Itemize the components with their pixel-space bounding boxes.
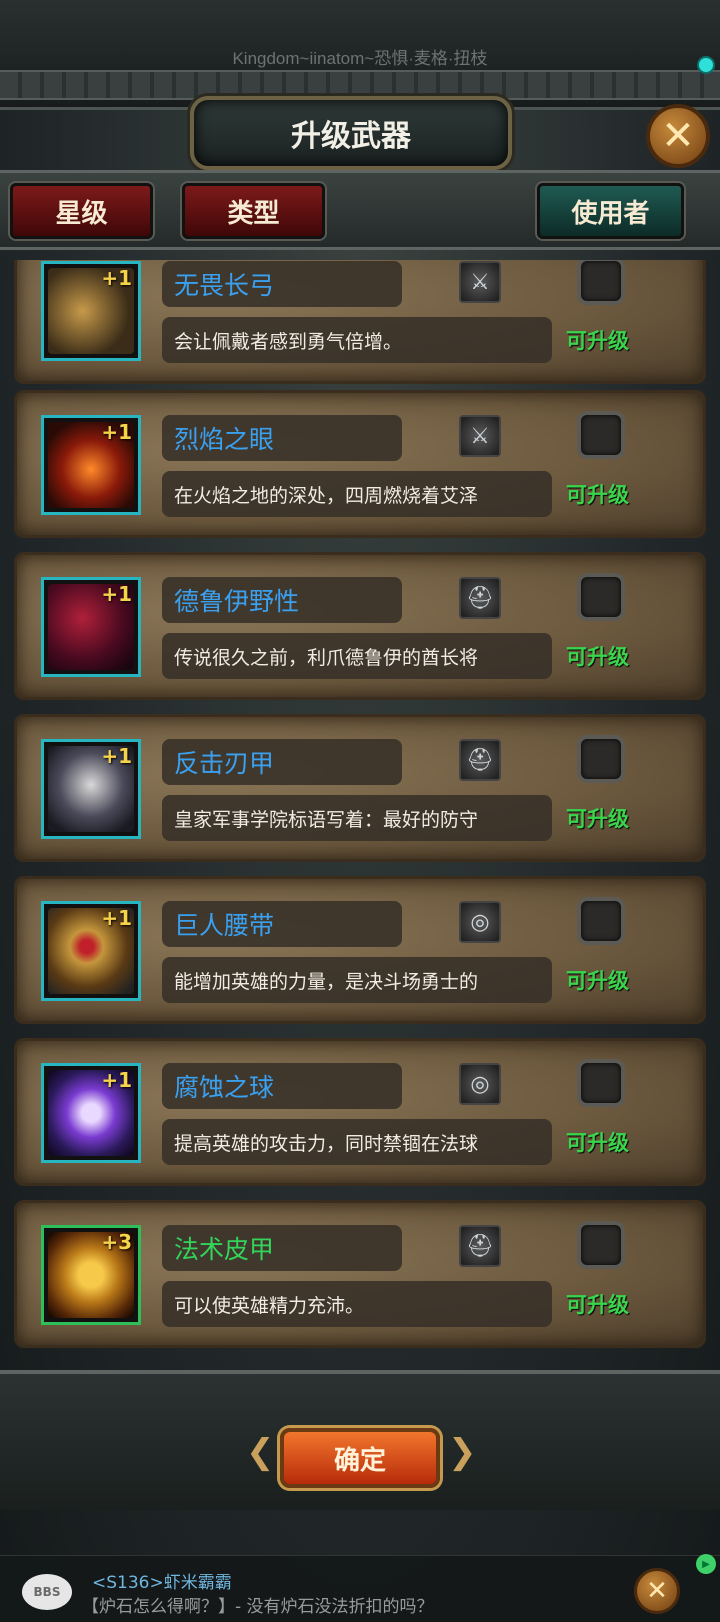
item-icon-frame: +1 (41, 739, 141, 839)
list-item[interactable]: +3 法术皮甲 可以使英雄精力充沛。 ⛑ 可升级 (14, 1200, 706, 1348)
upgradable-status: 可升级 (566, 1293, 629, 1317)
play-icon[interactable]: ▶ (696, 1554, 716, 1574)
list-item[interactable]: +1 巨人腰带 能增加英雄的力量，是决斗场勇士的 ◎ 可升级 (14, 876, 706, 1024)
dagger-icon: ⚔ (459, 415, 501, 457)
upgradable-status: 可升级 (566, 483, 629, 507)
item-description: 皇家军事学院标语写着：最好的防守 (162, 795, 552, 841)
upgradable-status: 可升级 (566, 1131, 629, 1155)
filter-star-button[interactable]: 星级 (10, 183, 153, 239)
list-item[interactable]: +1 无畏长弓 会让佩戴者感到勇气倍增。 ⚔ 可升级 (14, 260, 706, 384)
ring-icon: ◎ (459, 901, 501, 943)
upgradable-status: 可升级 (566, 645, 629, 669)
title-plate: 升级武器 (190, 96, 512, 170)
item-description: 提高英雄的攻击力，同时禁锢在法球 (162, 1119, 552, 1165)
item-name: 德鲁伊野性 (162, 577, 402, 623)
helmet-icon: ⛑ (459, 577, 501, 619)
bbs-badge[interactable]: BBS (22, 1574, 72, 1610)
item-checkbox[interactable] (577, 1059, 625, 1107)
item-icon-frame: +1 (41, 261, 141, 361)
item-name: 反击刃甲 (162, 739, 402, 785)
item-description: 会让佩戴者感到勇气倍增。 (162, 317, 552, 363)
item-checkbox[interactable] (577, 260, 625, 305)
item-description: 传说很久之前，利爪德鲁伊的酋长将 (162, 633, 552, 679)
item-description: 在火焰之地的深处，四周燃烧着艾泽 (162, 471, 552, 517)
item-level-badge: +1 (101, 582, 132, 606)
item-checkbox[interactable] (577, 735, 625, 783)
helmet-icon: ⛑ (459, 1225, 501, 1267)
upgradable-status: 可升级 (566, 807, 629, 831)
item-name: 腐蚀之球 (162, 1063, 402, 1109)
list-item[interactable]: +1 反击刃甲 皇家军事学院标语写着：最好的防守 ⛑ 可升级 (14, 714, 706, 862)
upgradable-status: 可升级 (566, 969, 629, 993)
chat-close-button[interactable]: ✕ (634, 1568, 680, 1614)
close-icon: ✕ (646, 1576, 668, 1606)
chat-message: 【炉石怎么得啊？】- 没有炉石没法折扣的吗？ (82, 1597, 434, 1617)
item-name: 法术皮甲 (162, 1225, 402, 1271)
item-level-badge: +1 (101, 266, 132, 290)
item-name: 无畏长弓 (162, 261, 402, 307)
notification-dot (697, 56, 715, 74)
list-item[interactable]: +1 烈焰之眼 在火焰之地的深处，四周燃烧着艾泽 ⚔ 可升级 (14, 390, 706, 538)
confirm-button[interactable]: 确定 (280, 1428, 440, 1488)
upgradable-status: 可升级 (566, 329, 629, 353)
marquee-text: Kingdom~iinatom~恐惧·麦格·扭枝 (232, 49, 488, 68)
item-icon-frame: +1 (41, 415, 141, 515)
chat-sender: <S136>虾米霸霸 (92, 1573, 232, 1593)
item-name: 烈焰之眼 (162, 415, 402, 461)
weapon-list[interactable]: +1 无畏长弓 会让佩戴者感到勇气倍增。 ⚔ 可升级 +1 烈焰之眼 在火焰之地… (0, 260, 720, 1370)
close-button[interactable]: ✕ (646, 104, 710, 168)
item-level-badge: +1 (101, 420, 132, 444)
item-description: 可以使英雄精力充沛。 (162, 1281, 552, 1327)
item-level-badge: +1 (101, 1068, 132, 1092)
close-icon: ✕ (661, 113, 695, 159)
helmet-icon: ⛑ (459, 739, 501, 781)
item-checkbox[interactable] (577, 411, 625, 459)
item-level-badge: +1 (101, 744, 132, 768)
item-icon-frame: +3 (41, 1225, 141, 1325)
list-item[interactable]: +1 德鲁伊野性 传说很久之前，利爪德鲁伊的酋长将 ⛑ 可升级 (14, 552, 706, 700)
page-title: 升级武器 (291, 119, 411, 154)
item-icon-frame: +1 (41, 577, 141, 677)
filter-type-button[interactable]: 类型 (182, 183, 325, 239)
item-icon-frame: +1 (41, 1063, 141, 1163)
item-level-badge: +1 (101, 906, 132, 930)
list-item[interactable]: +1 腐蚀之球 提高英雄的攻击力，同时禁锢在法球 ◎ 可升级 (14, 1038, 706, 1186)
item-checkbox[interactable] (577, 897, 625, 945)
item-description: 能增加英雄的力量，是决斗场勇士的 (162, 957, 552, 1003)
item-name: 巨人腰带 (162, 901, 402, 947)
right-wing-ornament: ❯ (448, 1432, 477, 1472)
item-checkbox[interactable] (577, 1221, 625, 1269)
item-level-badge: +3 (101, 1230, 132, 1254)
dagger-icon: ⚔ (459, 261, 501, 303)
left-wing-ornament: ❮ (246, 1432, 275, 1472)
ring-icon: ◎ (459, 1063, 501, 1105)
item-checkbox[interactable] (577, 573, 625, 621)
item-icon-frame: +1 (41, 901, 141, 1001)
filter-user-button[interactable]: 使用者 (537, 183, 684, 239)
